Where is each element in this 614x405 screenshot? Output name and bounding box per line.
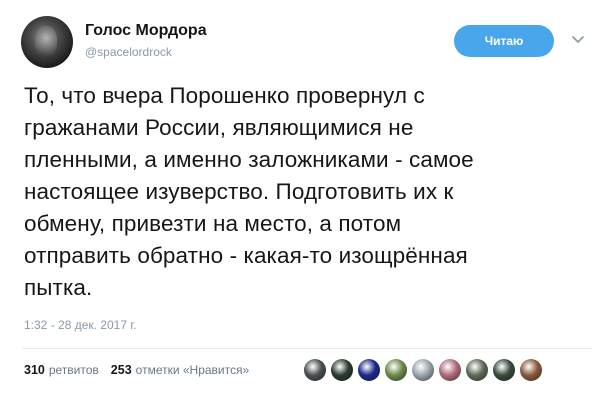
chevron-down-icon[interactable] bbox=[570, 34, 586, 46]
tweet-line: пытка. bbox=[24, 275, 93, 300]
retweets-count[interactable]: 310 bbox=[24, 363, 45, 377]
liker-avatar-5[interactable] bbox=[412, 359, 434, 381]
liker-avatar-1[interactable] bbox=[304, 359, 326, 381]
likers-avatars bbox=[304, 359, 547, 381]
tweet-text: То, что вчера Порошенко провернул с граж… bbox=[24, 80, 596, 304]
likes-count[interactable]: 253 bbox=[111, 363, 132, 377]
author-handle[interactable]: @spacelordrock bbox=[85, 45, 172, 59]
retweets-label[interactable]: ретвитов bbox=[49, 363, 99, 377]
avatar-face bbox=[35, 26, 57, 56]
follow-button[interactable]: Читаю bbox=[454, 25, 554, 57]
likes-label[interactable]: отметки «Нравится» bbox=[136, 363, 250, 377]
liker-avatar-2[interactable] bbox=[331, 359, 353, 381]
author-name[interactable]: Голос Мордора bbox=[85, 22, 207, 40]
tweet-line: обмену, привезти на место, а потом bbox=[24, 211, 402, 236]
author-avatar[interactable] bbox=[21, 16, 73, 68]
stats-divider bbox=[22, 348, 592, 349]
liker-avatar-9[interactable] bbox=[520, 359, 542, 381]
tweet-line: гражанами России, являющимися не bbox=[24, 115, 414, 140]
liker-avatar-6[interactable] bbox=[439, 359, 461, 381]
tweet-stats: 310 ретвитов 253 отметки «Нравится» bbox=[24, 363, 261, 377]
tweet-timestamp[interactable]: 1:32 - 28 дек. 2017 г. bbox=[24, 318, 137, 332]
tweet-line: То, что вчера Порошенко провернул с bbox=[24, 83, 425, 108]
liker-avatar-3[interactable] bbox=[358, 359, 380, 381]
liker-avatar-4[interactable] bbox=[385, 359, 407, 381]
tweet-line: пленными, а именно заложниками - самое bbox=[24, 147, 474, 172]
liker-avatar-7[interactable] bbox=[466, 359, 488, 381]
tweet-line: настоящее изуверство. Подготовить их к bbox=[24, 179, 454, 204]
tweet-line: отправить обратно - какая-то изощрённая bbox=[24, 243, 468, 268]
liker-avatar-8[interactable] bbox=[493, 359, 515, 381]
